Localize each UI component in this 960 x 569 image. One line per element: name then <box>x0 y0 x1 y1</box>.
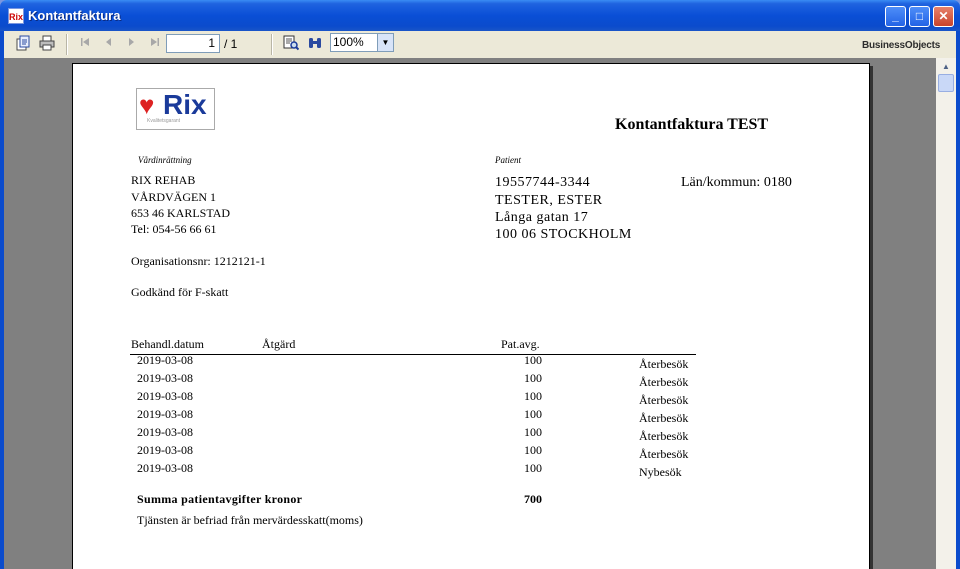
provider-line: VÅRDVÄGEN 1 <box>131 190 216 204</box>
row-date: 2019-03-08 <box>137 353 193 367</box>
maximize-button[interactable]: □ <box>909 6 930 27</box>
scroll-thumb[interactable] <box>938 74 954 92</box>
last-page-icon[interactable] <box>146 35 164 53</box>
page-number-input[interactable]: 1 <box>166 34 220 53</box>
provider-line: RIX REHAB <box>131 173 196 187</box>
row-type: Återbesök <box>639 393 689 407</box>
row-date: 2019-03-08 <box>137 407 193 421</box>
org-number: Organisationsnr: 1212121-1 <box>131 254 266 268</box>
patient-city: 100 06 STOCKHOLM <box>495 227 632 242</box>
report-page: ♥ Rix Kvalitetsgarant Kontantfaktura TES… <box>72 63 870 569</box>
zoom-select[interactable]: 100% ▼ <box>330 33 394 52</box>
row-fee: 100 <box>524 371 542 385</box>
prev-page-icon[interactable] <box>100 35 118 53</box>
rix-logo: ♥ Rix Kvalitetsgarant <box>136 88 215 130</box>
row-fee: 100 <box>524 353 542 367</box>
col-header-fee: Pat.avg. <box>501 337 540 351</box>
row-type: Återbesök <box>639 357 689 371</box>
search-text-icon[interactable] <box>282 35 300 53</box>
row-date: 2019-03-08 <box>137 425 193 439</box>
row-date: 2019-03-08 <box>137 461 193 475</box>
scroll-up-icon[interactable]: ▲ <box>938 60 954 74</box>
close-button[interactable]: ✕ <box>933 6 954 27</box>
logo-text: Rix <box>163 89 207 120</box>
print-icon[interactable] <box>38 35 56 53</box>
businessobjects-logo: BusinessObjects <box>862 40 941 51</box>
lan-kommun: Län/kommun: 0180 <box>681 175 792 190</box>
row-fee: 100 <box>524 389 542 403</box>
vat-note: Tjänsten är befriad från mervärdesskatt(… <box>137 513 363 527</box>
vertical-scrollbar[interactable]: ▲ <box>936 58 956 569</box>
next-page-icon[interactable] <box>122 35 140 53</box>
report-viewport[interactable]: ♥ Rix Kvalitetsgarant Kontantfaktura TES… <box>4 58 936 569</box>
app-icon: Rix <box>8 8 24 24</box>
report-viewer-window: Rix Kontantfaktura _ □ ✕ 1 / 1 100% ▼ Bu… <box>0 0 960 569</box>
row-type: Återbesök <box>639 447 689 461</box>
row-fee: 100 <box>524 407 542 421</box>
row-fee: 100 <box>524 443 542 457</box>
first-page-icon[interactable] <box>76 35 94 53</box>
row-type: Återbesök <box>639 429 689 443</box>
patient-label: Patient <box>495 155 521 165</box>
sum-label: Summa patientavgifter kronor <box>137 492 303 506</box>
row-fee: 100 <box>524 425 542 439</box>
row-date: 2019-03-08 <box>137 443 193 457</box>
toolbar-separator <box>271 34 273 55</box>
col-header-date: Behandl.datum <box>131 337 204 351</box>
patient-name: TESTER, ESTER <box>495 193 603 208</box>
provider-line: Tel: 054-56 66 61 <box>131 222 217 236</box>
sum-value: 700 <box>524 492 542 506</box>
provider-label: Vårdinrättning <box>138 155 192 165</box>
page-total: / 1 <box>224 37 238 51</box>
row-date: 2019-03-08 <box>137 371 193 385</box>
row-fee: 100 <box>524 461 542 475</box>
title-bar[interactable]: Rix Kontantfaktura _ □ ✕ <box>0 0 960 31</box>
window-title: Kontantfaktura <box>28 8 121 23</box>
col-header-action: Åtgärd <box>262 337 296 351</box>
viewer-toolbar: 1 / 1 100% ▼ BusinessObjects <box>4 31 956 59</box>
zoom-value: 100% <box>333 35 364 49</box>
row-date: 2019-03-08 <box>137 389 193 403</box>
minimize-button[interactable]: _ <box>885 6 906 27</box>
export-icon[interactable] <box>14 35 32 53</box>
patient-id: 19557744-3344 <box>495 175 591 190</box>
row-type: Återbesök <box>639 411 689 425</box>
dropdown-arrow-icon[interactable]: ▼ <box>377 34 393 51</box>
row-type: Återbesök <box>639 375 689 389</box>
toolbar-separator <box>66 34 68 55</box>
header-divider <box>130 354 696 355</box>
row-type: Nybesök <box>639 465 682 479</box>
logo-tagline: Kvalitetsgarant <box>147 118 181 124</box>
heart-icon: ♥ <box>139 91 155 120</box>
invoice-title: Kontantfaktura TEST <box>615 116 769 133</box>
provider-line: 653 46 KARLSTAD <box>131 206 231 220</box>
binoculars-icon[interactable] <box>306 35 324 53</box>
window-frame-right <box>956 31 960 569</box>
patient-street: Långa gatan 17 <box>495 210 589 225</box>
f-tax-note: Godkänd för F-skatt <box>131 285 229 299</box>
